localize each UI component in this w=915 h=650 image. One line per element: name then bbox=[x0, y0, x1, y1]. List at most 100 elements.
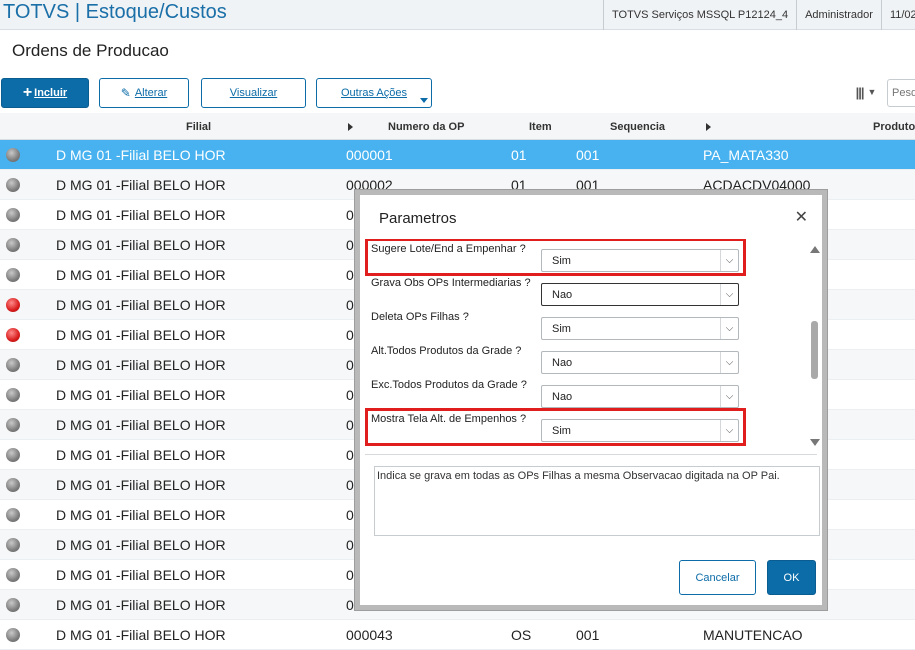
header-item[interactable]: Item bbox=[529, 121, 552, 133]
header-filial[interactable]: Filial bbox=[186, 121, 211, 133]
sort-arrow-icon[interactable] bbox=[348, 123, 353, 131]
cell-filial: D MG 01 -Filial BELO HOR bbox=[56, 477, 226, 493]
status-indicator-icon bbox=[6, 598, 20, 612]
status-indicator-icon bbox=[6, 628, 20, 642]
scrollbar[interactable] bbox=[807, 239, 821, 451]
status-indicator-icon bbox=[6, 208, 20, 222]
parametros-dialog: Parametros ✕ Sugere Lote/End a Empenhar … bbox=[360, 195, 822, 605]
dialog-title: Parametros bbox=[379, 210, 457, 227]
alterar-button[interactable]: ✎ Alterar bbox=[99, 78, 189, 108]
cell-numero-op: 0 bbox=[346, 357, 354, 373]
cell-numero-op: 0 bbox=[346, 327, 354, 343]
incluir-label: Incluir bbox=[34, 87, 68, 99]
grid-header: Filial Numero da OP Item Sequencia Produ… bbox=[0, 113, 915, 140]
status-indicator-icon bbox=[6, 148, 20, 162]
visualizar-button[interactable]: Visualizar bbox=[201, 78, 306, 108]
status-indicator-icon bbox=[6, 538, 20, 552]
user-info[interactable]: Administrador bbox=[796, 0, 881, 30]
parameter-row: Sugere Lote/End a Empenhar ? Sim ⌵ bbox=[365, 239, 805, 276]
parameter-row: Exc.Todos Produtos da Grade ? Nao ⌵ bbox=[365, 375, 805, 409]
select-value: Sim bbox=[552, 323, 571, 335]
cell-numero-op: 000001 bbox=[346, 147, 393, 163]
cell-filial: D MG 01 -Filial BELO HOR bbox=[56, 537, 226, 553]
status-indicator-icon bbox=[6, 178, 20, 192]
parameter-select[interactable]: Nao ⌵ bbox=[541, 385, 739, 408]
cell-filial: D MG 01 -Filial BELO HOR bbox=[56, 297, 226, 313]
chevron-down-icon[interactable]: ⌵ bbox=[720, 284, 738, 305]
cell-filial: D MG 01 -Filial BELO HOR bbox=[56, 207, 226, 223]
header-sequencia[interactable]: Sequencia bbox=[610, 121, 665, 133]
cell-filial: D MG 01 -Filial BELO HOR bbox=[56, 387, 226, 403]
columns-icon: ||| bbox=[855, 84, 865, 100]
cell-filial: D MG 01 -Filial BELO HOR bbox=[56, 327, 226, 343]
caret-down-icon bbox=[420, 98, 428, 103]
alterar-label: Alterar bbox=[134, 87, 168, 99]
cell-numero-op: 0 bbox=[346, 597, 354, 613]
incluir-button[interactable]: + Incluir bbox=[1, 78, 89, 108]
cell-filial: D MG 01 -Filial BELO HOR bbox=[56, 597, 226, 613]
cell-filial: D MG 01 -Filial BELO HOR bbox=[56, 147, 226, 163]
header-numero-op[interactable]: Numero da OP bbox=[388, 121, 464, 133]
parameter-select[interactable]: Nao ⌵ bbox=[541, 283, 739, 306]
page-title: Ordens de Producao bbox=[12, 41, 169, 60]
cell-numero-op: 0 bbox=[346, 507, 354, 523]
cell-numero-op: 0 bbox=[346, 447, 354, 463]
columns-button[interactable]: ||| ▼ bbox=[846, 79, 886, 105]
status-indicator-icon bbox=[6, 328, 20, 342]
cell-filial: D MG 01 -Filial BELO HOR bbox=[56, 447, 226, 463]
cell-produto: PA_MATA330 bbox=[703, 147, 789, 163]
parameter-select[interactable]: Nao ⌵ bbox=[541, 351, 739, 374]
cell-filial: D MG 01 -Filial BELO HOR bbox=[56, 177, 226, 193]
cell-numero-op: 0 bbox=[346, 297, 354, 313]
chevron-down-icon[interactable]: ⌵ bbox=[720, 352, 738, 373]
cell-numero-op: 0 bbox=[346, 567, 354, 583]
parameter-row: Deleta OPs Filhas ? Sim ⌵ bbox=[365, 307, 805, 341]
chevron-down-icon[interactable]: ⌵ bbox=[720, 386, 738, 407]
parameter-description: Indica se grava em todas as OPs Filhas a… bbox=[374, 466, 820, 536]
chevron-down-icon[interactable]: ⌵ bbox=[720, 318, 738, 339]
cell-numero-op: 000043 bbox=[346, 627, 393, 643]
parameter-row: Alt.Todos Produtos da Grade ? Nao ⌵ bbox=[365, 341, 805, 375]
parameter-row: Grava Obs OPs Intermediarias ? Nao ⌵ bbox=[365, 273, 805, 307]
visualizar-label: Visualizar bbox=[229, 87, 278, 99]
parameter-list: Sugere Lote/End a Empenhar ? Sim ⌵ Grava Ob… bbox=[365, 239, 815, 449]
ok-button[interactable]: OK bbox=[767, 560, 816, 595]
search-input[interactable] bbox=[887, 79, 915, 107]
parameter-label: Deleta OPs Filhas ? bbox=[371, 311, 469, 323]
parameter-select[interactable]: Sim ⌵ bbox=[541, 317, 739, 340]
cell-filial: D MG 01 -Filial BELO HOR bbox=[56, 357, 226, 373]
header-produto[interactable]: Produto bbox=[873, 121, 915, 133]
scroll-thumb[interactable] bbox=[811, 321, 818, 379]
date-info[interactable]: 11/02 bbox=[880, 0, 915, 30]
status-indicator-icon bbox=[6, 418, 20, 432]
cancel-button[interactable]: Cancelar bbox=[679, 560, 756, 595]
select-value: Nao bbox=[552, 391, 573, 403]
cell-numero-op: 0 bbox=[346, 477, 354, 493]
status-indicator-icon bbox=[6, 478, 20, 492]
divider bbox=[365, 454, 817, 455]
close-icon[interactable]: ✕ bbox=[795, 207, 808, 227]
select-value: Nao bbox=[552, 357, 573, 369]
chevron-down-icon: ▼ bbox=[867, 87, 877, 97]
cell-numero-op: 0 bbox=[346, 417, 354, 433]
dialog-frame: Parametros ✕ Sugere Lote/End a Empenhar … bbox=[354, 189, 828, 611]
top-bar: TOTVS | Estoque/Custos TOTVS Serviços MS… bbox=[0, 0, 915, 30]
parameter-label: Alt.Todos Produtos da Grade ? bbox=[371, 345, 522, 357]
cell-filial: D MG 01 -Filial BELO HOR bbox=[56, 237, 226, 253]
cell-filial: D MG 01 -Filial BELO HOR bbox=[56, 267, 226, 283]
status-indicator-icon bbox=[6, 358, 20, 372]
highlight-box bbox=[365, 408, 746, 446]
cell-filial: D MG 01 -Filial BELO HOR bbox=[56, 507, 226, 523]
scroll-up-icon[interactable] bbox=[810, 246, 820, 253]
select-value: Nao bbox=[552, 289, 573, 301]
cell-sequencia: 001 bbox=[576, 147, 600, 163]
parameter-label: Exc.Todos Produtos da Grade ? bbox=[371, 379, 527, 391]
server-info[interactable]: TOTVS Serviços MSSQL P12124_4 bbox=[603, 0, 796, 30]
table-row[interactable]: D MG 01 -Filial BELO HOR 000001 01 001 PA_MA… bbox=[0, 140, 915, 170]
status-indicator-icon bbox=[6, 238, 20, 252]
sort-arrow-icon[interactable] bbox=[706, 123, 711, 131]
status-indicator-icon bbox=[6, 568, 20, 582]
scroll-down-icon[interactable] bbox=[810, 439, 820, 446]
outras-acoes-button[interactable]: Outras Ações bbox=[316, 78, 432, 108]
cell-filial: D MG 01 -Filial BELO HOR bbox=[56, 567, 226, 583]
